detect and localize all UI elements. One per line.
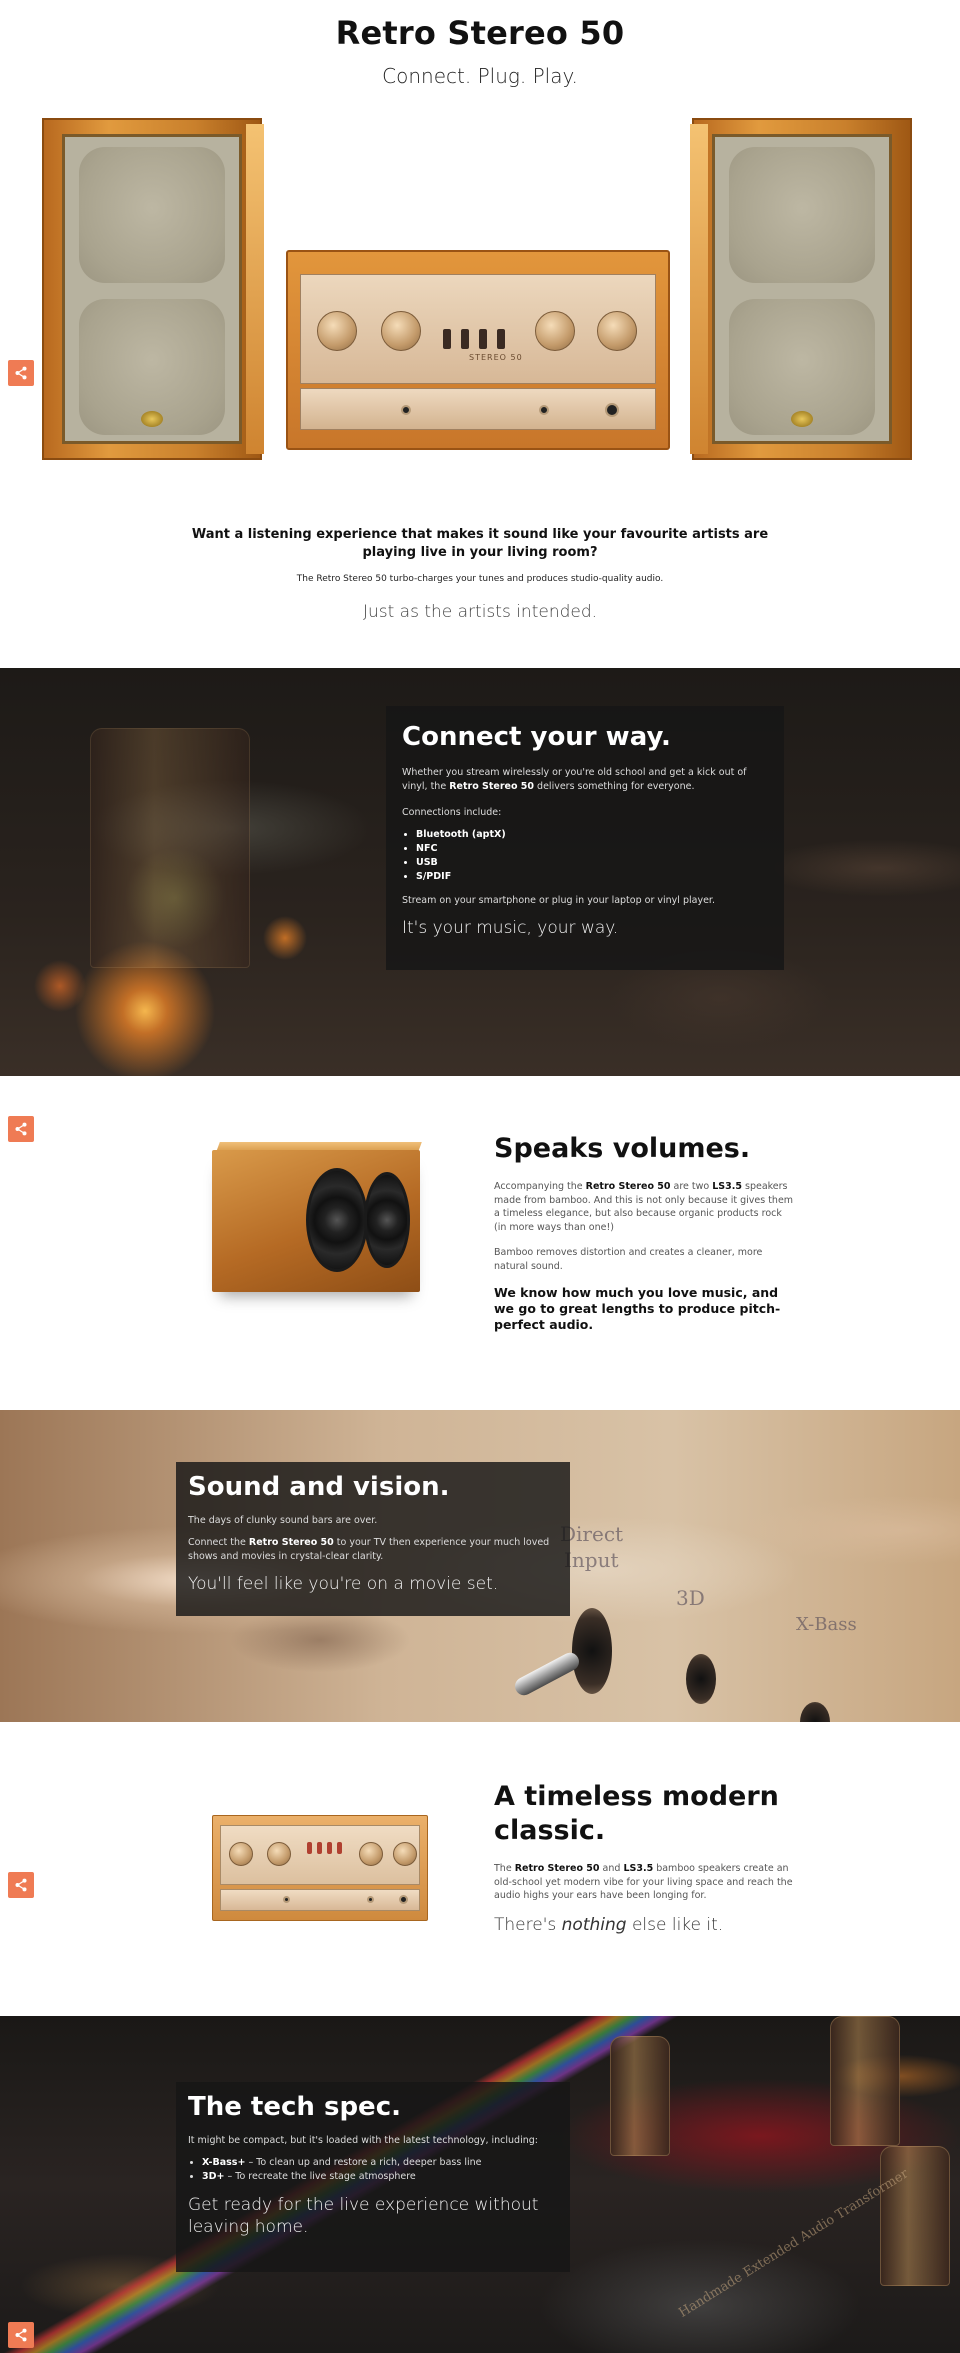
- classic-title: A timeless modern classic.: [494, 1781, 779, 1846]
- connections-label: Connections include:: [402, 807, 502, 818]
- share-button[interactable]: [8, 1872, 34, 1898]
- hero-description: The Retro Stereo 50 turbo-charges your t…: [296, 574, 664, 584]
- bamboo-speaker-image: [212, 1142, 422, 1292]
- amp-brand-label: STEREO 50: [469, 353, 523, 362]
- input-lever-image: [511, 1649, 583, 1699]
- speaks-text: Speaks volumes. Accompanying the Retro S…: [494, 1132, 794, 1333]
- speaks-paragraph-1: Accompanying the Retro Stereo 50 are two…: [494, 1181, 794, 1233]
- tech-tagline: Get ready for the live experience withou…: [188, 2195, 539, 2237]
- classic-tagline: There's nothing else like it.: [494, 1914, 724, 1935]
- speaks-paragraph-2: Bamboo removes distortion and creates a …: [494, 1247, 763, 1272]
- share-button[interactable]: [8, 360, 34, 386]
- list-item: X-Bass+ – To clean up and restore a rich…: [202, 2156, 558, 2170]
- stereo-front-image: [212, 1815, 428, 1921]
- hero-section: Retro Stereo 50 Connect. Plug. Play. STE…: [0, 0, 960, 668]
- tech-list: X-Bass+ – To clean up and restore a rich…: [202, 2156, 558, 2184]
- hero-quote: Just as the artists intended.: [362, 602, 598, 622]
- left-speaker-image: [42, 118, 264, 460]
- list-item: 3D+ – To recreate the live stage atmosph…: [202, 2170, 558, 2184]
- vision-section: Direct Input 3D X-Bass Sound and vision.…: [0, 1410, 960, 1722]
- connect-stream: Stream on your smartphone or plug in you…: [402, 895, 715, 906]
- share-icon: [15, 2328, 27, 2342]
- connections-list: Bluetooth (aptX) NFC USB S/PDIF: [416, 828, 768, 884]
- page-title: Retro Stereo 50: [335, 14, 625, 52]
- classic-paragraph: The Retro Stereo 50 and LS3.5 bamboo spe…: [494, 1863, 793, 1901]
- vision-tagline: You'll feel like you're on a movie set.: [188, 1574, 499, 1594]
- right-speaker-image: [690, 118, 912, 460]
- panel-label: 3D: [676, 1586, 705, 1610]
- classic-section: A timeless modern classic. The Retro Ste…: [0, 1722, 960, 2016]
- speaks-title: Speaks volumes.: [494, 1133, 751, 1164]
- connect-tagline: It's your music, your way.: [402, 918, 619, 938]
- share-icon: [15, 366, 27, 380]
- panel-label: Input: [564, 1548, 619, 1572]
- hero-subtitle: Connect. Plug. Play.: [382, 64, 578, 88]
- tech-title: The tech spec.: [188, 2092, 401, 2122]
- connect-intro: Whether you stream wirelessly or you're …: [402, 767, 747, 792]
- list-item: NFC: [416, 842, 768, 856]
- tech-intro: It might be compact, but it's loaded wit…: [188, 2135, 538, 2146]
- vision-panel: Sound and vision. The days of clunky sou…: [176, 1462, 570, 1616]
- classic-text: A timeless modern classic. The Retro Ste…: [494, 1780, 794, 1935]
- share-icon: [15, 1122, 27, 1136]
- hero-question: Want a listening experience that makes i…: [191, 527, 769, 560]
- vision-paragraph-2: Connect the Retro Stereo 50 to your TV t…: [188, 1537, 550, 1562]
- tech-section: Handmade Extended Audio Transformer The …: [0, 2016, 960, 2353]
- panel-label: X-Bass: [796, 1614, 857, 1635]
- list-item: Bluetooth (aptX): [416, 828, 768, 842]
- list-item: USB: [416, 856, 768, 870]
- list-item: S/PDIF: [416, 870, 768, 884]
- share-button[interactable]: [8, 1116, 34, 1142]
- vision-paragraph-1: The days of clunky sound bars are over.: [188, 1515, 378, 1526]
- connect-panel: Connect your way. Whether you stream wir…: [386, 706, 784, 970]
- connect-title: Connect your way.: [402, 722, 671, 752]
- transformer-label: Handmade Extended Audio Transformer: [676, 2166, 912, 2321]
- speaks-section: Speaks volumes. Accompanying the Retro S…: [0, 1076, 960, 1410]
- share-icon: [15, 1878, 27, 1892]
- speaks-highlight: We know how much you love music, and we …: [494, 1285, 781, 1332]
- share-button[interactable]: [8, 2322, 34, 2348]
- amplifier-image: STEREO 50: [286, 250, 670, 450]
- tech-panel: The tech spec. It might be compact, but …: [176, 2082, 570, 2272]
- vision-title: Sound and vision.: [188, 1472, 450, 1502]
- connect-section: Connect your way. Whether you stream wir…: [0, 668, 960, 1076]
